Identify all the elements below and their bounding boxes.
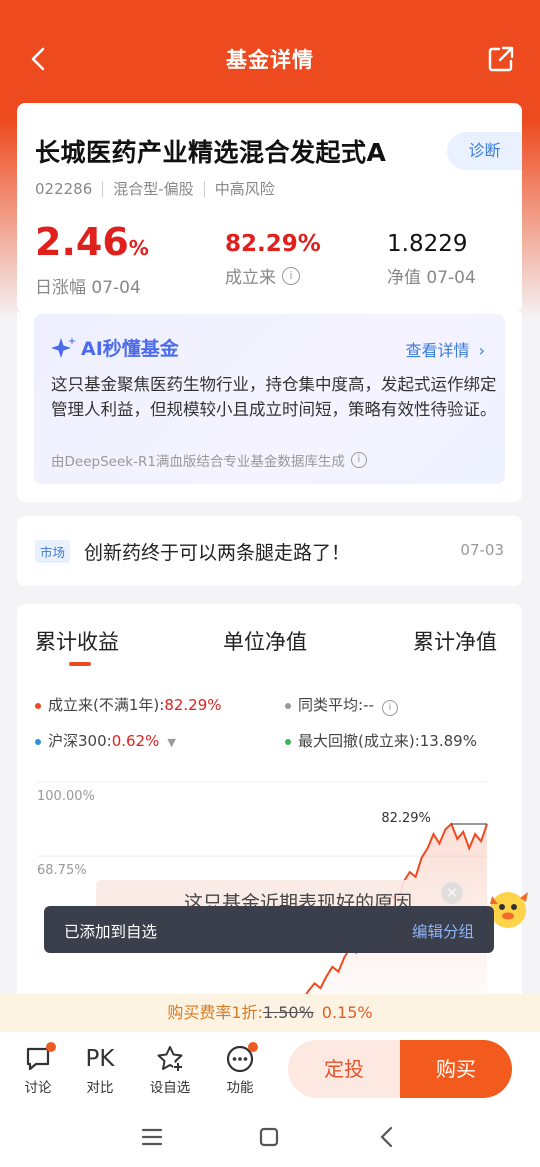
pk-icon: PK	[85, 1046, 115, 1072]
functions-label: 功能	[226, 1080, 254, 1096]
share-icon[interactable]	[486, 44, 516, 74]
inception-return-value: 82.29%	[225, 231, 321, 257]
dropdown-arrow-icon: ▼	[167, 736, 176, 749]
news-item[interactable]: 市场 创新药终于可以两条腿走路了！ 07-03	[17, 516, 522, 586]
notification-dot	[248, 1042, 258, 1052]
info-icon[interactable]: i	[282, 266, 300, 285]
fee-label: 购买费率1折:	[167, 1003, 263, 1022]
legend-fund-value: 82.29%	[164, 696, 222, 714]
fund-risk: 中高风险	[214, 180, 275, 198]
legend-index[interactable]: 沪深300:0.62% ▼	[35, 730, 176, 751]
inception-return-label: 成立来	[225, 268, 276, 288]
compare-button[interactable]: PK 对比	[72, 1042, 128, 1096]
legend-drawdown-label: 最大回撤(成立来):	[298, 732, 420, 750]
legend-fund-label: 成立来(不满1年):	[48, 696, 165, 714]
inception-return-stat: 82.29% 成立来 i	[225, 231, 321, 288]
tab-cumulative-nav[interactable]: 累计净值	[413, 626, 497, 656]
page-title: 基金详情	[226, 48, 314, 72]
fee-original: 1.50%	[262, 1003, 314, 1022]
bottom-action-bar: 讨论 PK 对比 设自选 功能 定投 购买	[0, 1032, 540, 1106]
functions-button[interactable]: 功能	[212, 1042, 268, 1096]
watchlist-label: 设自选	[149, 1080, 191, 1096]
fund-summary-card: 长城医药产业精选混合发起式A 诊断 022286 混合型-偏股 中高风险 2.4…	[17, 103, 522, 313]
fund-code: 022286	[35, 179, 93, 198]
chart-tabs: 累计收益 单位净值 累计净值	[17, 626, 522, 666]
divider	[203, 180, 205, 197]
ai-view-details-link[interactable]: 查看详情 ›	[405, 337, 485, 361]
ai-summary-card: AI秒懂基金 查看详情 › 这只基金聚焦医药生物行业，持仓集中度高，发起式运作绑…	[17, 312, 522, 502]
discuss-button[interactable]: 讨论	[10, 1042, 66, 1096]
legend-fund: 成立来(不满1年):82.29%	[35, 694, 222, 715]
y-tick-label: 68.75%	[37, 863, 87, 878]
ai-footer-text: 由DeepSeek-R1满血版结合专业基金数据库生成	[51, 454, 345, 470]
legend-peer-label: 同类平均:	[298, 696, 364, 714]
auto-invest-button[interactable]: 定投	[288, 1040, 400, 1098]
home-icon[interactable]	[254, 1122, 284, 1152]
peak-label: 82.29%	[381, 811, 431, 826]
ai-summary-panel[interactable]: AI秒懂基金 查看详情 › 这只基金聚焦医药生物行业，持仓集中度高，发起式运作绑…	[34, 314, 505, 484]
legend-peer: 同类平均:-- i	[285, 694, 398, 716]
legend-dot	[35, 738, 41, 745]
fee-current: 0.15%	[321, 1003, 373, 1022]
menu-icon[interactable]	[137, 1122, 167, 1152]
legend-dot	[285, 738, 291, 745]
diagnose-button[interactable]: 诊断	[447, 132, 522, 170]
nav-value: 1.8229	[387, 231, 468, 257]
info-icon[interactable]: i	[381, 700, 398, 716]
ai-title: AI秒懂基金	[51, 334, 179, 361]
legend-index-value: 0.62%	[111, 732, 160, 750]
daily-change-label: 日涨幅 07-04	[35, 278, 141, 298]
daily-change-stat: 2.46% 日涨幅 07-04	[35, 221, 149, 298]
fund-name: 长城医药产业精选混合发起式A	[35, 138, 387, 167]
toast-message: 已添加到自选	[64, 923, 158, 941]
active-tab-indicator	[69, 662, 91, 666]
ai-title-text: AI秒懂基金	[81, 338, 179, 360]
fund-type: 混合型-偏股	[113, 180, 194, 198]
notification-dot	[46, 1042, 56, 1052]
legend-peer-value: --	[363, 696, 374, 714]
top-header: 基金详情	[0, 0, 540, 110]
info-icon[interactable]: i	[350, 452, 367, 468]
buy-button[interactable]: 购买	[400, 1040, 512, 1098]
nav-stat: 1.8229 净值 07-04	[387, 231, 476, 288]
sparkle-icon	[51, 336, 76, 358]
fee-banner: 购买费率1折:1.50% 0.15%	[0, 994, 540, 1032]
back-icon[interactable]	[372, 1122, 402, 1152]
toast-notification: 已添加到自选 编辑分组	[44, 906, 494, 953]
legend-drawdown: 最大回撤(成立来):13.89%	[285, 730, 477, 751]
ai-footer: 由DeepSeek-R1满血版结合专业基金数据库生成 i	[51, 450, 367, 470]
system-nav-bar	[0, 1106, 540, 1167]
tab-cumulative-return[interactable]: 累计收益	[35, 626, 119, 656]
discuss-label: 讨论	[24, 1080, 52, 1096]
edit-group-button[interactable]: 编辑分组	[412, 920, 474, 942]
performance-chart-card: 累计收益 单位净值 累计净值 成立来(不满1年):82.29% 同类平均:-- i…	[17, 604, 522, 1024]
legend-dot	[285, 702, 291, 709]
compare-label: 对比	[86, 1080, 114, 1096]
close-icon[interactable]: ×	[441, 882, 463, 904]
y-tick-label: 100.00%	[37, 789, 95, 804]
nav-label: 净值 07-04	[387, 268, 476, 288]
daily-change-value: 2.46	[35, 220, 129, 264]
divider	[102, 180, 104, 197]
add-watchlist-button[interactable]: 设自选	[142, 1042, 198, 1096]
legend-index-label: 沪深300:	[48, 732, 112, 750]
ai-link-text: 查看详情	[405, 341, 470, 360]
ai-summary-text: 这只基金聚焦医药生物行业，持仓集中度高，发起式运作绑定管理人利益，但规模较小且成…	[51, 375, 497, 419]
news-tag: 市场	[35, 540, 71, 563]
legend-drawdown-value: 13.89%	[419, 732, 477, 750]
news-title: 创新药终于可以两条腿走路了！	[84, 542, 351, 564]
chevron-right-icon: ›	[478, 341, 485, 360]
legend-dot	[35, 702, 41, 709]
daily-change-unit: %	[128, 236, 149, 260]
tab-unit-nav[interactable]: 单位净值	[223, 626, 307, 656]
star-plus-icon	[157, 1046, 183, 1072]
news-date: 07-03	[460, 541, 504, 559]
fund-meta: 022286 混合型-偏股 中高风险	[35, 178, 275, 199]
